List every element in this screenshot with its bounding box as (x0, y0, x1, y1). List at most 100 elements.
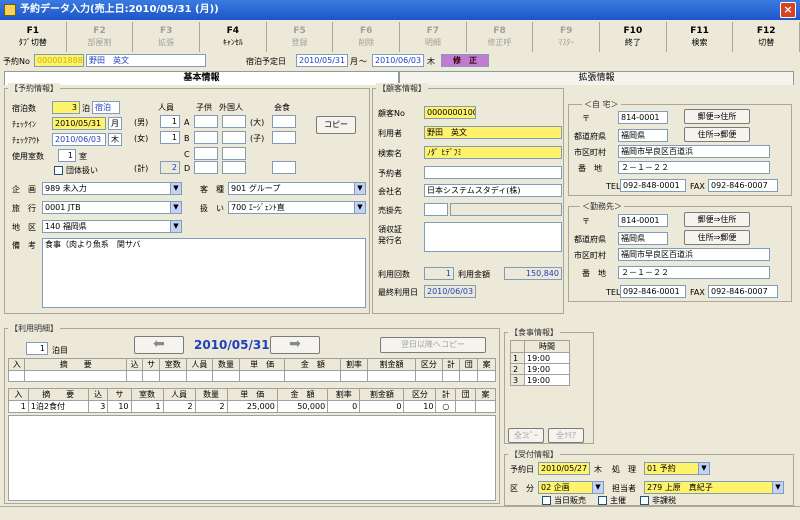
b-foreign-field[interactable] (222, 131, 246, 144)
home-city-field[interactable]: 福岡市早良区百道浜 (618, 145, 770, 158)
input-cell[interactable] (212, 370, 240, 382)
chevron-down-icon[interactable]: ▼ (698, 463, 709, 474)
chevron-down-icon[interactable]: ▼ (354, 183, 365, 194)
group-checkbox[interactable] (54, 166, 63, 175)
fkey-f11-button[interactable]: F11 検索 (667, 22, 734, 52)
table-cell[interactable]: 50,000 (276, 400, 329, 413)
fkey-f7-button[interactable]: F7 明細 (400, 22, 467, 52)
kyakushu-select[interactable]: 901 グループ ▼ (228, 182, 366, 195)
ryokou-select[interactable]: 0001 JTB ▼ (42, 201, 182, 214)
chevron-down-icon[interactable]: ▼ (772, 482, 783, 493)
kikaku-select[interactable]: 989 未入力 ▼ (42, 182, 182, 195)
input-cell[interactable] (7, 370, 26, 382)
fkey-f9-button[interactable]: F9 ﾏｽﾀｰ (533, 22, 601, 52)
date-to-field[interactable]: 2010/06/03 (372, 54, 424, 67)
input-cell[interactable] (366, 370, 417, 382)
chevron-down-icon[interactable]: ▼ (170, 202, 181, 213)
table-cell[interactable]: 10 (403, 400, 437, 413)
all-copy-button[interactable]: 全ｺﾋﾟｰ (508, 428, 544, 443)
c2-checkbox[interactable] (598, 496, 607, 505)
all-clear-button[interactable]: 全ｸﾘｱ (548, 428, 584, 443)
table-cell[interactable] (475, 400, 496, 413)
next-arrow-icon[interactable]: ➡ (270, 336, 320, 354)
kana-field[interactable]: ﾉﾀﾞ ﾋﾃﾞﾌﾐ (424, 146, 562, 159)
close-button[interactable]: × (780, 2, 796, 18)
table-cell[interactable]: 1泊2食付 (27, 400, 89, 413)
table-row[interactable]: 1 1泊2食付 3 10 1 2 2 25,000 50,000 0 0 10 ○ (8, 400, 496, 413)
table-cell[interactable]: 1 (8, 400, 29, 413)
shokuji-time[interactable]: 19:00 (524, 363, 570, 375)
home-address-to-zip-button[interactable]: 住所⇒郵便 (684, 127, 750, 142)
input-cell[interactable] (125, 370, 144, 382)
fkey-f8-button[interactable]: F8 修正呼 (467, 22, 534, 52)
ryoshu-field[interactable] (424, 222, 562, 252)
date-from-field[interactable]: 2010/05/31 (296, 54, 348, 67)
checkin-field[interactable]: 2010/05/31 (52, 117, 106, 130)
table-row[interactable]: 2 19:00 (510, 363, 570, 375)
tab-basic[interactable]: 基本情報 (4, 71, 399, 85)
a-child-field[interactable] (194, 115, 218, 128)
male-field[interactable]: 1 (160, 115, 180, 128)
work-address-to-zip-button[interactable]: 住所⇒郵便 (684, 230, 750, 245)
table-cell[interactable]: 3 (87, 400, 109, 413)
input-cell[interactable] (415, 370, 443, 382)
chevron-down-icon[interactable]: ▼ (592, 482, 603, 493)
chevron-down-icon[interactable]: ▼ (354, 202, 365, 213)
bikou-field[interactable]: 食事（肉より魚系 関サバ (42, 238, 366, 308)
c-child-field[interactable] (194, 147, 218, 160)
user-field[interactable]: 野田 英文 (424, 126, 562, 139)
chiku-select[interactable]: 140 福岡県 ▼ (42, 220, 182, 233)
nights-field[interactable]: 1 (26, 342, 48, 355)
fkey-f5-button[interactable]: F5 登録 (267, 22, 334, 52)
home-tel-field[interactable]: 092-848-0001 (620, 179, 686, 192)
d-child-field[interactable] (194, 161, 218, 174)
fkey-f1-button[interactable]: F1 ﾀﾌﾞ切替 (0, 22, 67, 52)
table-cell[interactable]: ○ (435, 400, 457, 413)
table-row[interactable]: 1 19:00 (510, 352, 570, 364)
work-tel-field[interactable]: 092-846-0001 (620, 285, 686, 298)
chevron-down-icon[interactable]: ▼ (170, 221, 181, 232)
fkey-f4-button[interactable]: F4 ｷｬﾝｾﾙ (200, 22, 267, 52)
fkey-f10-button[interactable]: F10 終了 (600, 22, 667, 52)
input-cell[interactable] (142, 370, 160, 382)
fkey-f6-button[interactable]: F6 削除 (333, 22, 401, 52)
header-name-field[interactable]: 野田 英文 (86, 54, 206, 67)
chevron-down-icon[interactable]: ▼ (170, 183, 181, 194)
kokyaku-no-field[interactable]: 0000000100 (424, 106, 476, 119)
work-zip-field[interactable]: 814-0001 (618, 214, 668, 227)
meisai-input-row[interactable] (7, 370, 496, 382)
tanto-select[interactable]: 279 上原 真紀子 ▼ (644, 481, 784, 494)
home-pref-field[interactable]: 福岡県 (618, 129, 668, 142)
next-copy-button[interactable]: 翌日以降へコピー (380, 337, 486, 353)
yoyaku-no-field[interactable]: 0000018883 (34, 54, 84, 67)
copy-button[interactable]: コピー (316, 116, 356, 134)
female-field[interactable]: 1 (160, 131, 180, 144)
input-cell[interactable] (477, 370, 496, 382)
company-field[interactable]: 日本システムスタディ(株) (424, 184, 562, 197)
input-cell[interactable] (238, 370, 286, 382)
rooms-field[interactable]: 1 (58, 149, 76, 162)
input-cell[interactable] (185, 370, 214, 382)
input-cell[interactable] (441, 370, 461, 382)
table-cell[interactable]: 1 (130, 400, 164, 413)
home-fax-field[interactable]: 092-846-0007 (708, 179, 778, 192)
meal-total-field[interactable] (272, 161, 296, 174)
table-cell[interactable]: 2 (194, 400, 228, 413)
fkey-f12-button[interactable]: F12 切替 (733, 22, 800, 52)
work-fax-field[interactable]: 092-846-0007 (708, 285, 778, 298)
work-city-field[interactable]: 福岡市早良区百道浜 (618, 248, 770, 261)
atsukai-select[interactable]: 700 ｴｰｼﾞｪﾝﾄ直 ▼ (228, 201, 366, 214)
tab-extended[interactable]: 拡張情報 (399, 71, 794, 85)
c-foreign-field[interactable] (222, 147, 246, 160)
checkout-field[interactable]: 2010/06/03 (52, 133, 106, 146)
work-pref-field[interactable]: 福岡県 (618, 232, 668, 245)
uketsuke-date-field[interactable]: 2010/05/27 (538, 462, 590, 475)
sendsaki-code[interactable] (424, 203, 448, 216)
home-addr-field[interactable]: ２－１－２２ (618, 161, 770, 174)
table-cell[interactable]: 25,000 (226, 400, 278, 413)
table-cell[interactable]: 2 (162, 400, 196, 413)
table-cell[interactable] (455, 400, 477, 413)
home-zip-to-address-button[interactable]: 郵便⇒住所 (684, 109, 750, 124)
fkey-f2-button[interactable]: F2 部屋割 (67, 22, 134, 52)
shokuji-time[interactable]: 19:00 (524, 374, 570, 386)
